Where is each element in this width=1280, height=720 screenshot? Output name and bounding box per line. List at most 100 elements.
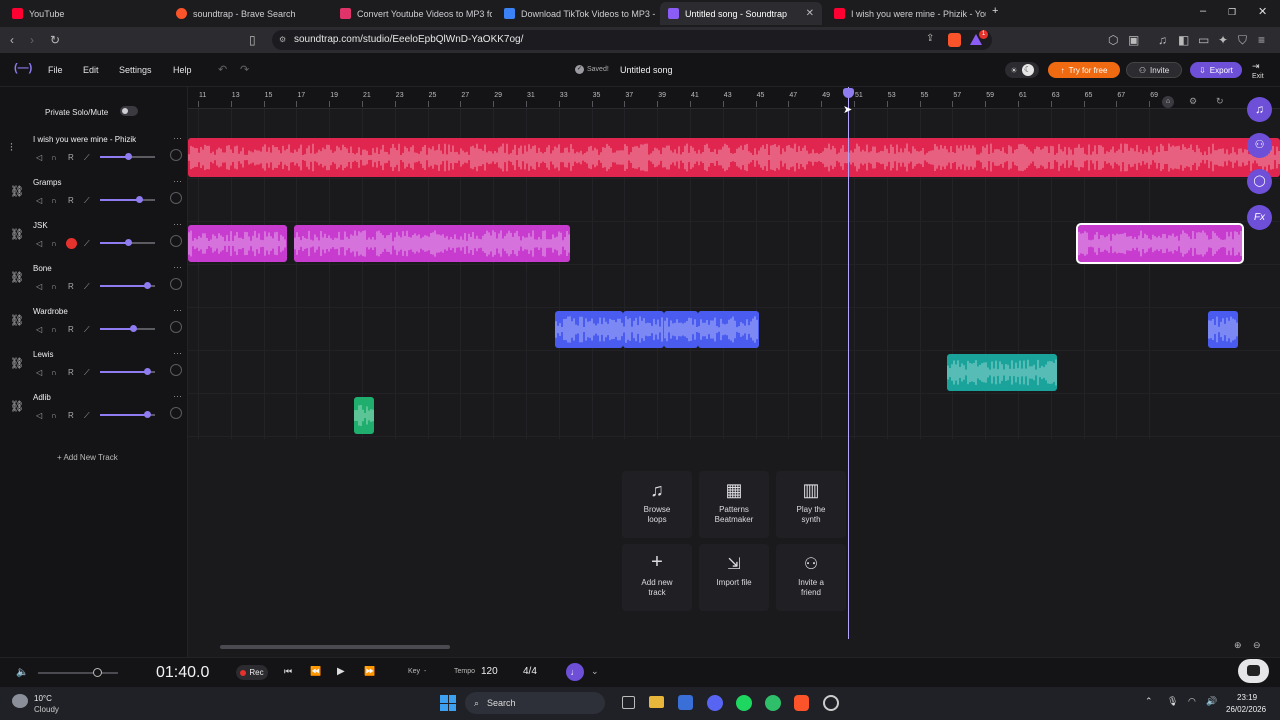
undo-icon[interactable]: ↶ <box>218 63 227 76</box>
add-track-button[interactable]: + Add new track <box>622 544 692 611</box>
add-new-track-button[interactable]: + Add New Track <box>57 453 118 462</box>
clock-date[interactable]: 26/02/2026 <box>1226 705 1266 714</box>
close-window-icon[interactable]: ✕ <box>1258 5 1267 18</box>
track-options-icon[interactable]: ··· <box>173 133 182 143</box>
rewind-icon[interactable]: ⏪ <box>310 666 321 677</box>
tray-chevron-icon[interactable]: ⌃ <box>1145 696 1153 707</box>
timeline[interactable]: 11 13 15 17 19 21 23 25 27 29 31 33 35 37 39 41 43 45 47 49… <box>188 87 1280 657</box>
track-volume-slider[interactable] <box>100 239 155 246</box>
master-volume-slider[interactable] <box>38 668 118 677</box>
mute-icon[interactable]: ◁ <box>36 411 42 420</box>
redo-icon[interactable]: ↷ <box>240 63 249 76</box>
exit-label[interactable]: Exit <box>1252 73 1264 80</box>
track-volume-slider[interactable] <box>100 368 155 375</box>
automation-icon[interactable]: ⟋ <box>84 282 90 292</box>
tab-tiktok-download[interactable]: Download TikTok Videos to MP3 - Fre <box>496 2 656 25</box>
audio-clip[interactable] <box>698 311 759 348</box>
track-name[interactable]: Lewis <box>33 350 53 359</box>
invite-button[interactable]: ⚇ Invite <box>1126 62 1182 78</box>
horizontal-scrollbar[interactable] <box>220 645 450 649</box>
chat-icon[interactable]: ◯ <box>1247 169 1272 194</box>
track-volume-slider[interactable] <box>100 282 155 289</box>
microphone-icon[interactable]: 🎙 <box>1167 696 1178 707</box>
restore-icon[interactable]: ❐ <box>1228 7 1236 18</box>
volume-knob[interactable] <box>143 282 151 289</box>
mute-icon[interactable]: ◁ <box>36 196 42 205</box>
store-icon[interactable] <box>678 695 693 710</box>
screenshot-icon[interactable]: ▣ <box>1128 33 1139 47</box>
record-arm-icon[interactable] <box>66 238 77 249</box>
taskbar-search[interactable]: ⌕ Search <box>465 692 605 714</box>
skip-start-icon[interactable]: ⏮ <box>284 666 292 677</box>
track-name[interactable]: Bone <box>33 264 52 273</box>
discord-icon[interactable] <box>707 695 723 711</box>
menu-file[interactable]: File <box>48 65 63 75</box>
task-view-icon[interactable] <box>622 696 635 709</box>
track-lane[interactable] <box>188 136 1280 179</box>
music-icon[interactable]: ♫ <box>1158 33 1167 47</box>
menu-edit[interactable]: Edit <box>83 65 99 75</box>
help-chat-button[interactable] <box>1238 659 1269 683</box>
timeline-ruler[interactable]: 11 13 15 17 19 21 23 25 27 29 31 33 35 37 39 41 43 45 47 49… <box>188 87 1280 109</box>
clock-time[interactable]: 23:19 <box>1237 693 1257 702</box>
browse-loops-button[interactable]: ♫ Browse loops <box>622 471 692 538</box>
automation-icon[interactable]: ⟋ <box>84 325 90 335</box>
export-button[interactable]: ⇩ Export <box>1190 62 1242 78</box>
audio-clip[interactable] <box>294 225 570 262</box>
volume-knob[interactable] <box>143 368 151 375</box>
site-info-icon[interactable]: ⚙ <box>279 30 286 50</box>
url-field[interactable]: ⚙ soundtrap.com/studio/EeeloEpbQlWnD-YaO… <box>272 30 992 50</box>
forward-icon[interactable]: › <box>30 33 34 47</box>
volume-icon[interactable]: 🔈 <box>16 667 28 678</box>
track-header[interactable]: ⛓ Lewis ··· ◁ ∩ R ⟋ <box>0 344 188 387</box>
private-solo-toggle[interactable] <box>120 106 138 116</box>
key-value[interactable]: - <box>424 668 426 675</box>
loop-icon[interactable]: ⌂ <box>1162 96 1174 108</box>
refresh-icon[interactable]: ↻ <box>1216 96 1224 107</box>
back-icon[interactable]: ‹ <box>10 33 14 47</box>
pan-knob[interactable] <box>170 235 182 247</box>
record-arm-icon[interactable]: R <box>68 196 74 205</box>
track-lane[interactable] <box>188 179 1280 222</box>
volume-knob[interactable] <box>143 411 151 418</box>
temperature[interactable]: 10°C <box>34 694 52 703</box>
automation-icon[interactable]: ⟋ <box>84 411 90 421</box>
automation-icon[interactable]: ⟋ <box>84 239 90 249</box>
weather-text[interactable]: Cloudy <box>34 705 59 714</box>
xbox-icon[interactable] <box>765 695 781 711</box>
brave-taskbar-icon[interactable] <box>794 695 809 711</box>
track-options-icon[interactable]: ··· <box>173 219 182 229</box>
play-synth-button[interactable]: ▥ Play the synth <box>776 471 846 538</box>
reload-icon[interactable]: ↻ <box>50 33 60 47</box>
track-volume-slider[interactable] <box>100 196 155 203</box>
record-arm-icon[interactable]: R <box>68 411 74 420</box>
pan-knob[interactable] <box>170 321 182 333</box>
record-arm-icon[interactable]: R <box>68 325 74 334</box>
close-tab-icon[interactable]: ✕ <box>806 8 814 19</box>
automation-icon[interactable]: ⟋ <box>84 196 90 206</box>
menu-settings[interactable]: Settings <box>119 65 152 75</box>
headphones-icon[interactable]: ∩ <box>51 325 57 334</box>
browser-menu-icon[interactable]: ≡ <box>1258 33 1265 47</box>
track-volume-slider[interactable] <box>100 411 155 418</box>
metronome-icon[interactable]: ♩ <box>566 663 584 681</box>
pan-knob[interactable] <box>170 149 182 161</box>
tempo-value[interactable]: 120 <box>481 666 498 677</box>
pan-knob[interactable] <box>170 192 182 204</box>
volume-knob[interactable] <box>135 196 143 203</box>
track-name[interactable]: JSK <box>33 221 48 230</box>
sidebar-icon[interactable]: ◧ <box>1178 33 1189 47</box>
track-options-icon[interactable]: ··· <box>173 391 182 401</box>
track-name[interactable]: Gramps <box>33 178 61 187</box>
tab-youtube-video[interactable]: I wish you were mine - Phizik - YouTu <box>826 2 986 25</box>
speaker-icon[interactable]: 🔊 <box>1206 696 1217 707</box>
volume-knob[interactable] <box>124 239 132 246</box>
track-lane[interactable] <box>188 351 1280 394</box>
track-name[interactable]: Adlib <box>33 393 51 402</box>
mute-icon[interactable]: ◁ <box>36 368 42 377</box>
track-options-icon[interactable]: ··· <box>173 348 182 358</box>
audio-clip[interactable] <box>947 354 1057 391</box>
track-options-icon[interactable]: ··· <box>173 176 182 186</box>
track-lane[interactable] <box>188 308 1280 351</box>
track-header[interactable]: ⛓ Adlib ··· ◁ ∩ R ⟋ <box>0 387 188 430</box>
